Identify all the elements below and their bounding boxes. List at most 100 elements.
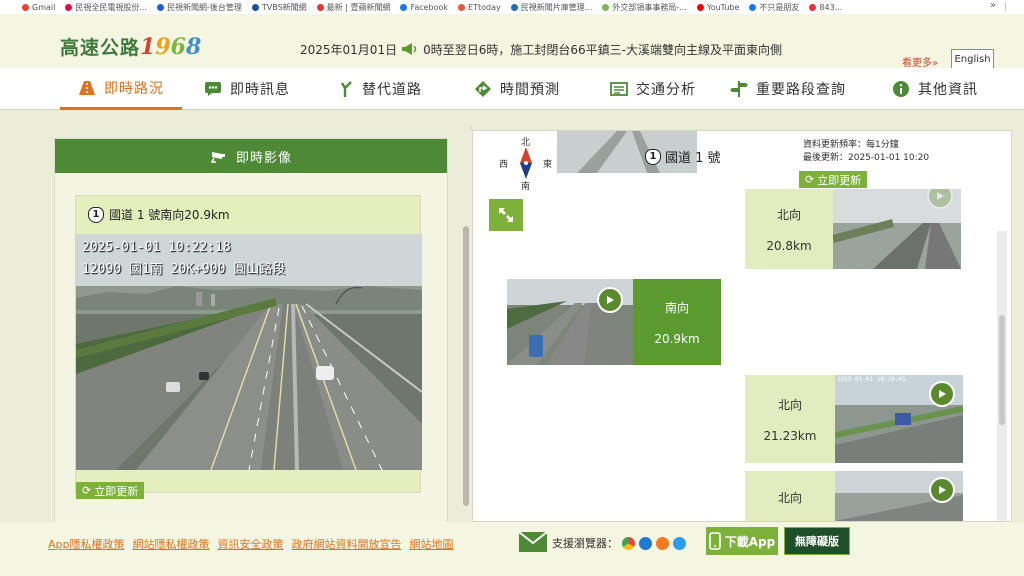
tab-label: 重要路段查詢 bbox=[756, 82, 846, 98]
see-more-link[interactable]: 看更多» bbox=[902, 54, 938, 69]
refresh-button[interactable]: ⟳ 立即更新 bbox=[799, 171, 868, 188]
download-app-button[interactable]: 下載App bbox=[706, 527, 778, 555]
footer-link[interactable]: 網站地圖 bbox=[410, 536, 454, 552]
bookmark-item[interactable]: Gmail bbox=[22, 3, 55, 12]
camera-thumbnail[interactable]: 2025-01-01 10:20:45 bbox=[835, 375, 963, 463]
footer-links: App隱私權政策 網站隱私權政策 資訊安全政策 政府網站資料開放宣告 網站地圖 bbox=[48, 536, 454, 552]
bookmark-label: 不只是朋友 bbox=[759, 2, 800, 12]
play-button[interactable] bbox=[597, 287, 623, 313]
expand-icon bbox=[499, 208, 513, 222]
thumbnail-timestamp: 2025-01-01 10:20:45 bbox=[837, 376, 906, 383]
play-icon bbox=[939, 486, 946, 494]
site-logo[interactable]: 高速公路1968 bbox=[60, 33, 201, 60]
camera-thumbnail[interactable] bbox=[833, 189, 961, 269]
direction-icon bbox=[475, 81, 491, 97]
freeway-shield-icon: 1 bbox=[645, 148, 661, 165]
route-map-panel: 北 西 東 南 1 國道 1 號 資料更新頻率：每1分鐘 最後更新：2025-0… bbox=[472, 130, 1012, 522]
footer-link[interactable]: App隱私權政策 bbox=[48, 536, 125, 552]
tab-alternate-roads[interactable]: 替代道路 bbox=[340, 68, 422, 110]
camera-title: 1 國道 1 號南向20.9km bbox=[88, 206, 230, 223]
logo-digit: 8 bbox=[185, 34, 202, 60]
scrollbar-thumb[interactable] bbox=[999, 315, 1005, 425]
camera-segment[interactable]: 北向 bbox=[745, 471, 963, 521]
camera-segment[interactable]: 北向 21.23km 2025-01-01 10:20:45 bbox=[745, 375, 963, 463]
play-button[interactable] bbox=[929, 381, 955, 407]
camera-thumbnail[interactable] bbox=[507, 279, 633, 365]
bookmark-item[interactable]: 最新 | 壹蘋新聞網 bbox=[316, 2, 391, 13]
tab-realtime-messages[interactable]: 即時訊息 bbox=[204, 68, 290, 110]
route-title: 國道 1 號 bbox=[665, 151, 721, 166]
compass-east: 東 bbox=[543, 160, 553, 170]
scrollbar-thumb[interactable] bbox=[463, 226, 469, 506]
camera-feed[interactable]: 2025-01-01 10:22:18 12090 國1南 20K+900 圓山… bbox=[76, 234, 422, 470]
bookmark-item[interactable]: Facebook bbox=[400, 3, 448, 12]
ticker-date: 2025年01月01日 bbox=[300, 43, 398, 57]
segment-direction: 南向 bbox=[664, 300, 689, 315]
accessibility-button[interactable]: 無障礙版 bbox=[784, 527, 850, 555]
bookmark-item[interactable]: 不只是朋友 bbox=[749, 2, 799, 13]
logo-year: 1968 bbox=[140, 34, 201, 60]
road-icon bbox=[79, 80, 95, 95]
compass-south: 南 bbox=[521, 182, 531, 192]
compass: 北 西 東 南 bbox=[495, 135, 555, 192]
bookmarks-more-button[interactable]: » bbox=[990, 0, 996, 11]
live-video-header: 即時影像 bbox=[55, 139, 447, 173]
bookmark-icon bbox=[400, 3, 408, 11]
bookmark-item[interactable]: 843... bbox=[809, 3, 842, 12]
bookmark-label: TVBS新聞網 bbox=[261, 2, 307, 12]
refresh-icon: ⟳ bbox=[805, 173, 815, 186]
camera-location: 12090 國1南 20K+900 圓山路段 bbox=[82, 262, 286, 277]
footer-link[interactable]: 網站隱私權政策 bbox=[133, 536, 210, 552]
bookmarks-bar: Gmail 民視全民電視股份... 民視新聞網-後台管理 TVBS新聞網 最新 … bbox=[0, 0, 1024, 14]
tab-key-section-search[interactable]: 重要路段查詢 bbox=[730, 68, 846, 110]
compass-west: 西 bbox=[499, 160, 509, 170]
bookmark-item[interactable]: TVBS新聞網 bbox=[251, 2, 307, 13]
segment-label: 北向 20.8km bbox=[745, 189, 833, 269]
segment-km: 20.9km bbox=[654, 331, 700, 346]
bookmark-item[interactable]: 外交部領事事務局-... bbox=[602, 2, 687, 13]
tab-time-forecast[interactable]: 時間預測 bbox=[474, 68, 560, 110]
info-icon bbox=[893, 81, 909, 97]
logo-digit: 9 bbox=[155, 34, 171, 60]
tab-label: 即時訊息 bbox=[230, 82, 290, 98]
firefox-icon bbox=[656, 536, 669, 550]
route-heading: 1 國道 1 號 bbox=[645, 147, 721, 166]
update-frequency: 資料更新頻率：每1分鐘 bbox=[803, 140, 899, 150]
bookmark-icon bbox=[251, 3, 259, 11]
edge-icon bbox=[639, 536, 652, 550]
camera-thumbnail[interactable] bbox=[835, 471, 963, 521]
refresh-label: 立即更新 bbox=[817, 173, 862, 187]
play-button[interactable] bbox=[929, 477, 955, 503]
bookmark-item[interactable]: 民視全民電視股份... bbox=[65, 2, 147, 13]
divider bbox=[1005, 2, 1006, 12]
logo-text: 高速公路 bbox=[60, 37, 141, 59]
bookmark-item[interactable]: 民視新聞網-後台管理 bbox=[156, 2, 242, 13]
mail-icon[interactable] bbox=[518, 530, 548, 554]
tab-label: 交通分析 bbox=[636, 82, 696, 98]
refresh-icon: ⟳ bbox=[82, 484, 92, 497]
fork-icon bbox=[340, 81, 352, 97]
camera-segment[interactable]: 北向 20.8km bbox=[745, 189, 961, 269]
bookmark-item[interactable]: ETtoday bbox=[458, 3, 501, 12]
segment-label: 北向 21.23km bbox=[745, 375, 835, 463]
megaphone-icon bbox=[402, 43, 417, 55]
tab-traffic-analysis[interactable]: 交通分析 bbox=[610, 68, 696, 110]
bookmark-label: 最新 | 壹蘋新聞網 bbox=[326, 2, 391, 12]
footer-link[interactable]: 政府網站資料開放宣告 bbox=[292, 536, 402, 552]
right-scrollbar[interactable] bbox=[997, 231, 1007, 521]
expand-button[interactable] bbox=[489, 199, 523, 231]
refresh-button[interactable]: ⟳ 立即更新 bbox=[76, 482, 145, 499]
tab-other-info[interactable]: 其他資訊 bbox=[892, 68, 978, 110]
news-ticker[interactable]: 2025年01月01日 0時至翌日6時，施工封閉台66平鎮三-大溪端雙向主線及平面… bbox=[300, 41, 888, 59]
site-footer: App隱私權政策 網站隱私權政策 資訊安全政策 政府網站資料開放宣告 網站地圖 … bbox=[0, 522, 1024, 576]
bookmark-label: YouTube bbox=[706, 2, 740, 12]
tab-realtime-traffic[interactable]: 即時路況 bbox=[60, 68, 182, 110]
english-button[interactable]: English bbox=[951, 49, 994, 69]
left-scrollbar[interactable] bbox=[460, 130, 472, 522]
bookmark-item[interactable]: YouTube bbox=[696, 2, 740, 12]
tab-label: 即時路況 bbox=[104, 80, 164, 97]
logo-digit: 1 bbox=[140, 34, 156, 60]
camera-segment-selected[interactable]: 南向 20.9km bbox=[507, 279, 721, 365]
footer-link[interactable]: 資訊安全政策 bbox=[218, 536, 284, 552]
bookmark-item[interactable]: 民視新聞片庫管理... bbox=[510, 2, 592, 13]
